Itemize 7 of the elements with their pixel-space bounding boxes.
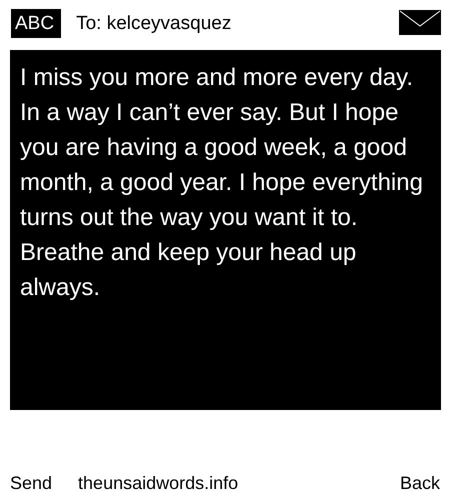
message-text: I miss you more and more every day. In a way I can’t ever say. But I hope you are having a good week, a good month, a good year. I hope everything turns out the way you want it to. Breathe and keep your head up always. bbox=[10, 50, 441, 410]
back-softkey[interactable]: Back bbox=[400, 472, 440, 494]
input-mode-label: ABC bbox=[11, 9, 62, 38]
envelope-icon bbox=[399, 10, 441, 35]
send-softkey[interactable]: Send bbox=[10, 472, 52, 494]
recipient-label: To: kelceyvasquez bbox=[76, 12, 232, 36]
site-caption: theunsaidwords.info bbox=[78, 472, 238, 494]
